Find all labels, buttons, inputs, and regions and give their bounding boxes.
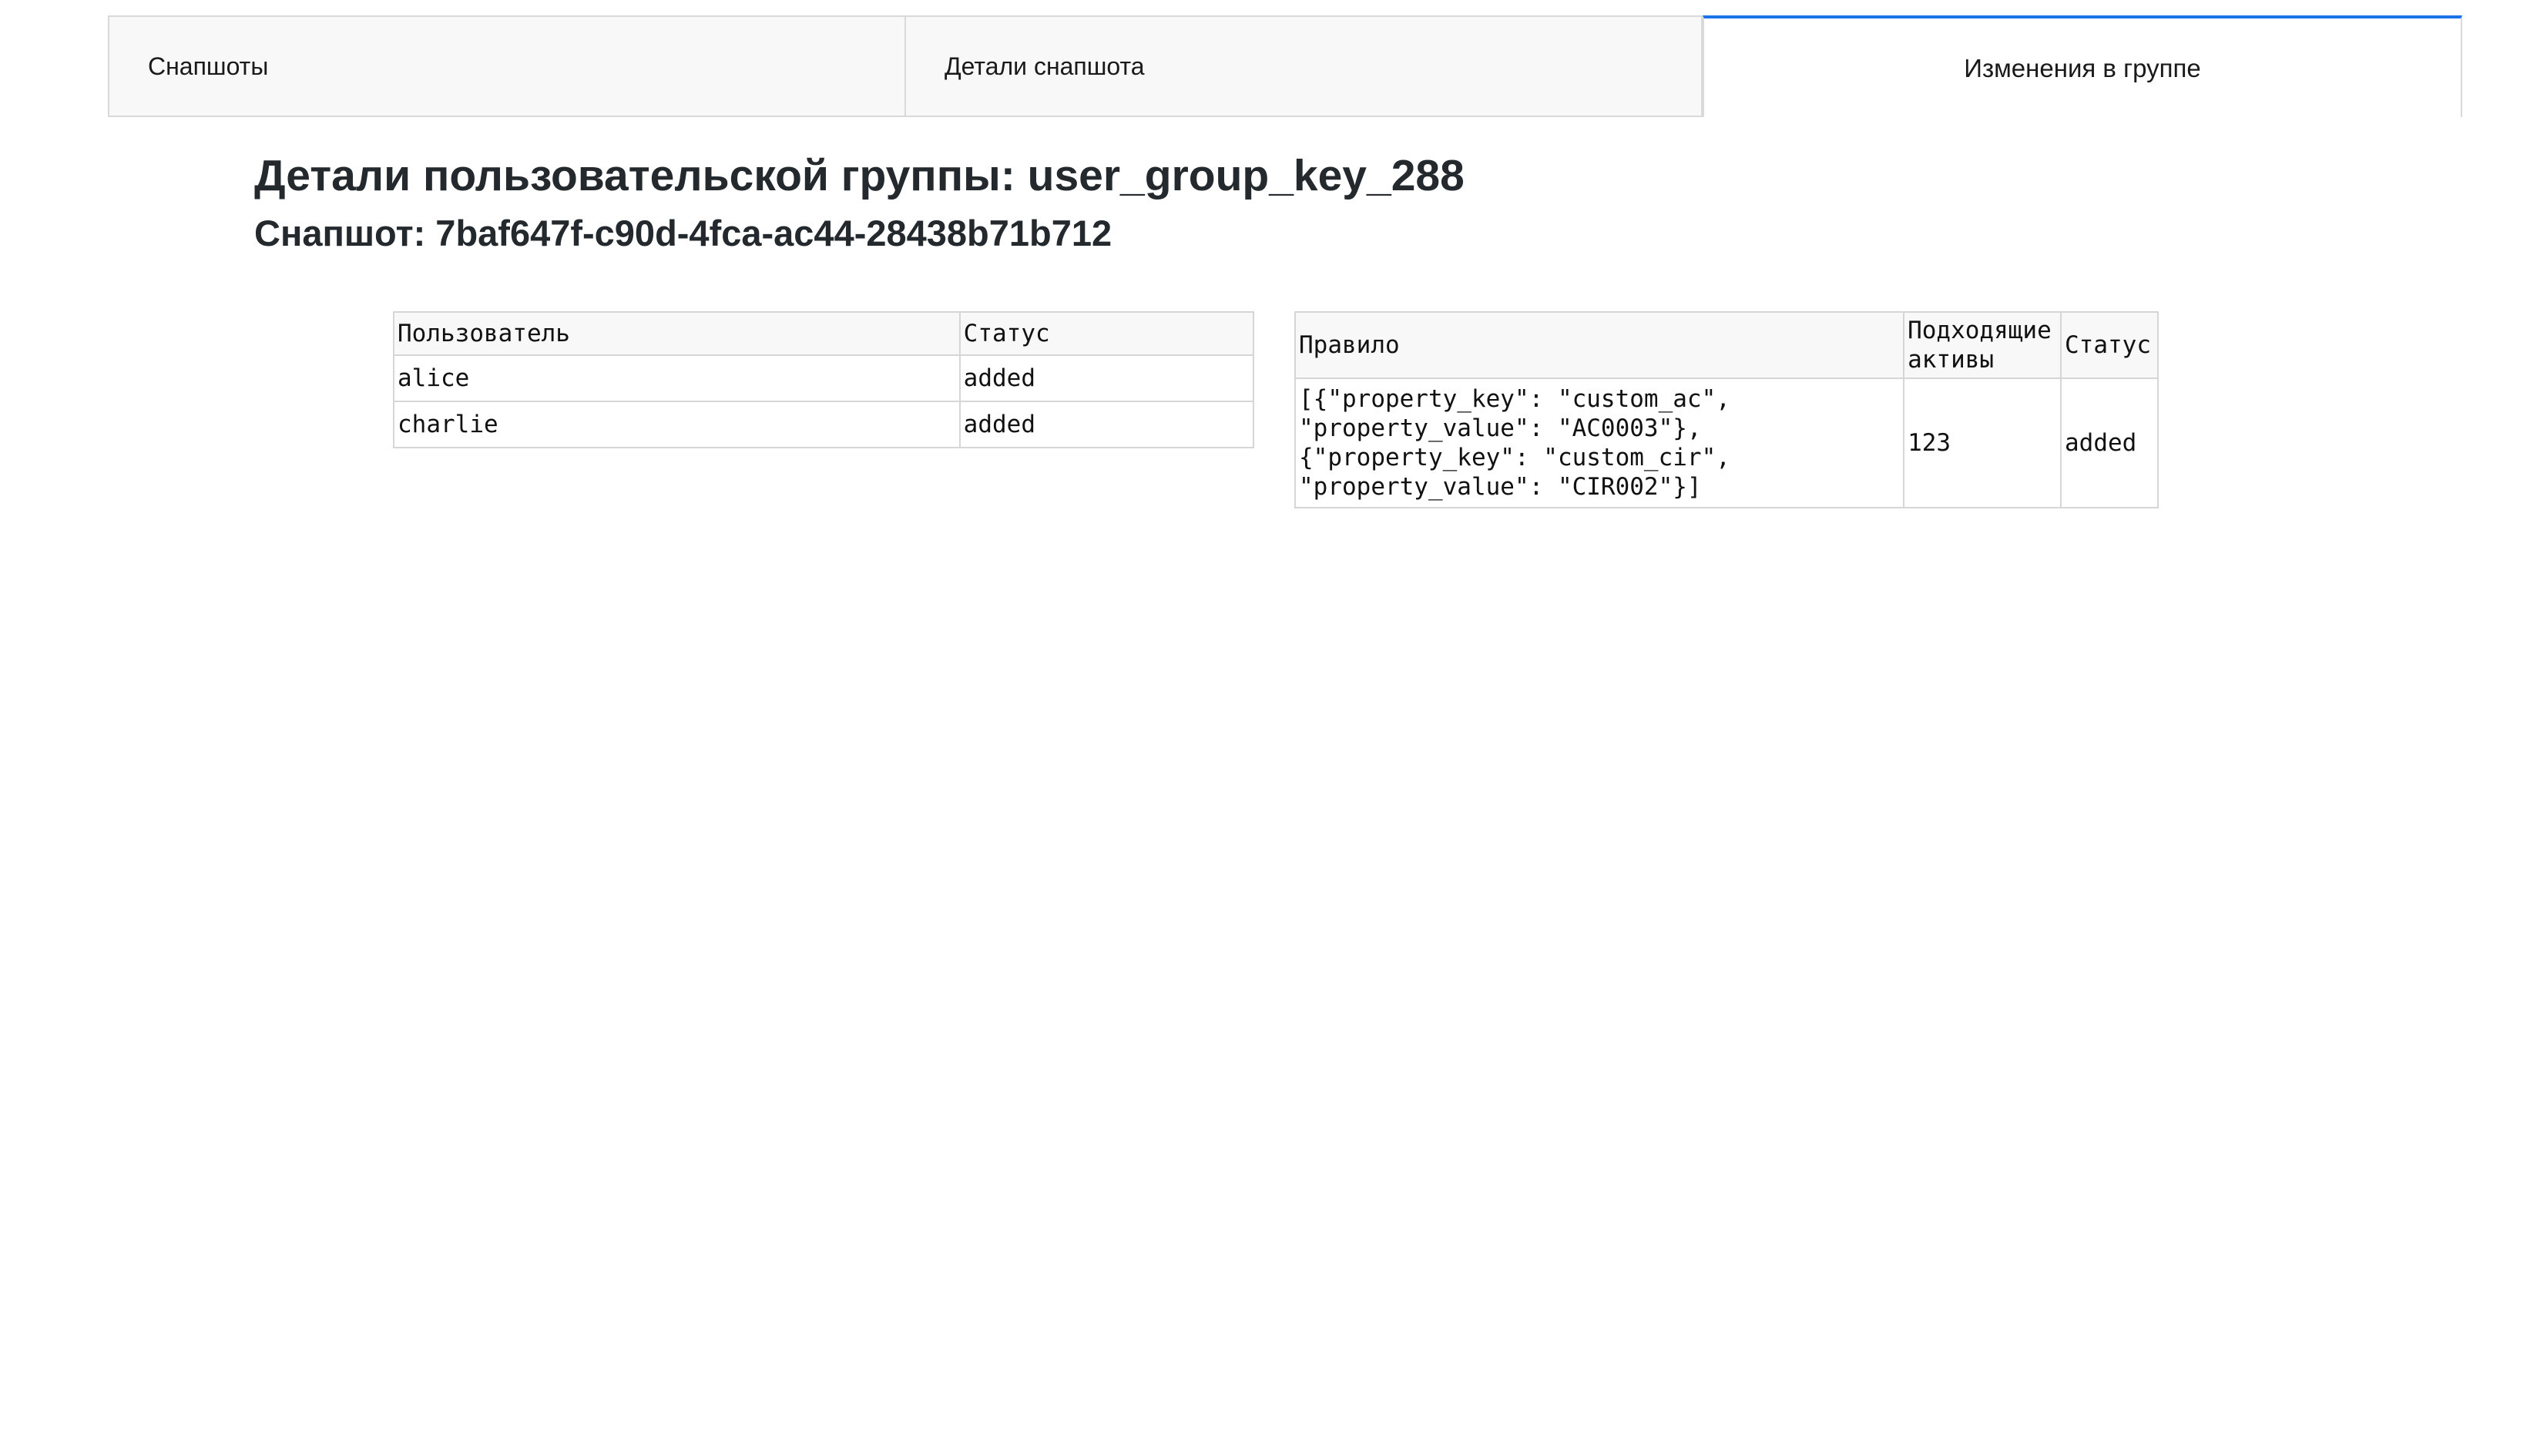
snapshot-title: Снапшот: 7baf647f-c90d-4fca-ac44-28438b7… [254, 213, 1112, 253]
users-header-user: Пользователь [393, 311, 961, 356]
page-title: Детали пользовательской группы: user_gro… [254, 151, 1465, 200]
rules-table: Правило Подходящие активы Статус [{"prop… [1294, 311, 2159, 508]
tab-group-changes-label: Изменения в группе [1964, 54, 2201, 82]
tab-group-changes[interactable]: Изменения в группе [1703, 15, 2462, 117]
user-cell: alice [393, 354, 961, 402]
users-table: Пользователь Статус alice added charlie … [393, 311, 1255, 448]
users-header-status: Статус [958, 311, 1255, 356]
status-cell: added [958, 354, 1255, 402]
tab-snapshot-details-label: Детали снапшота [945, 52, 1145, 80]
rules-header-status: Статус [2060, 311, 2159, 379]
status-cell: added [2060, 377, 2159, 508]
rule-cell: [{"property_key": "custom_ac", "property… [1294, 377, 1905, 508]
users-table-header-row: Пользователь Статус [393, 311, 1255, 356]
tab-snapshot-details[interactable]: Детали снапшота [906, 15, 1703, 117]
table-row: alice added [393, 354, 1255, 402]
rules-header-rule: Правило [1294, 311, 1905, 379]
table-row: charlie added [393, 401, 1255, 448]
rules-header-matching-assets: Подходящие активы [1903, 311, 2062, 379]
tab-bar: Снапшоты Детали снапшота Изменения в гру… [108, 15, 2462, 117]
table-row: [{"property_key": "custom_ac", "property… [1294, 377, 2159, 508]
status-cell: added [958, 401, 1255, 448]
rules-table-header-row: Правило Подходящие активы Статус [1294, 311, 2159, 379]
tab-snapshots[interactable]: Снапшоты [108, 15, 906, 117]
tab-snapshots-label: Снапшоты [148, 52, 269, 80]
matching-assets-cell: 123 [1903, 377, 2062, 508]
user-cell: charlie [393, 401, 961, 448]
